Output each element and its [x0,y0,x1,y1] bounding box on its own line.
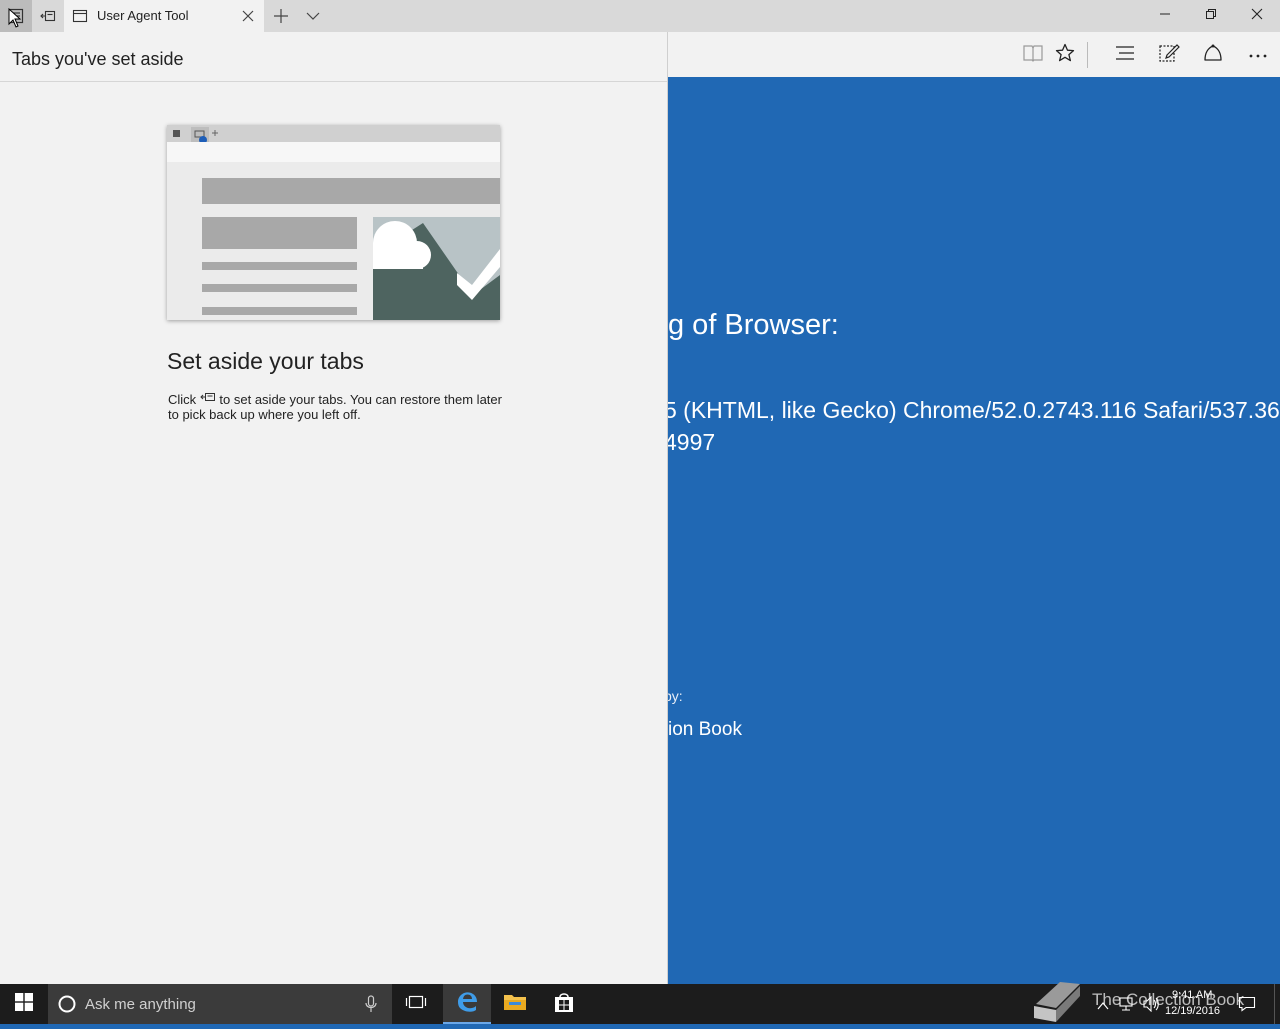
web-note-icon [1158,42,1180,69]
user-agent-line-2: 4997 [664,429,716,455]
empty-state-title: Set aside your tabs [167,348,364,374]
new-tab-icon [273,8,289,24]
clock-date: 12/19/2016 [1165,1005,1221,1017]
network-icon[interactable] [1118,996,1134,1017]
share-button[interactable] [1198,40,1228,70]
page-heading: g of Browser: [668,309,839,341]
tab-bar: User Agent Tool [0,0,1280,32]
tab-preview-button[interactable] [297,0,329,32]
set-aside-tabs-icon [200,392,216,407]
set-aside-illustration [167,125,500,320]
hub-button[interactable] [1110,40,1140,70]
file-explorer-folder-icon [503,992,527,1017]
desc-rest: to set aside your tabs. You can restore … [168,392,502,422]
action-center-icon[interactable] [1238,996,1256,1017]
close-window-button[interactable] [1234,0,1280,32]
set-aside-tabs-view-button[interactable] [0,0,32,32]
tab-title: User Agent Tool [97,8,189,23]
taskbar-edge-button[interactable] [443,984,491,1024]
watermark-book-icon [1030,976,1082,1029]
taskbar-file-explorer-button[interactable] [491,984,539,1024]
windows-taskbar: Ask me anything The Collection Book 9:41… [0,982,1280,1024]
restore-button[interactable] [1188,0,1234,32]
reading-view-icon [1022,43,1044,68]
user-agent-line-1: 5 (KHTML, like Gecko) Chrome/52.0.2743.1… [664,397,1280,423]
taskbar-store-button[interactable] [540,984,588,1024]
start-button[interactable] [0,984,48,1024]
hub-icon [1115,45,1135,66]
cortana-search-box[interactable]: Ask me anything [48,984,392,1024]
desc-click: Click [168,392,197,407]
windows-logo-icon [15,992,33,1016]
set-aside-tabs-button[interactable] [32,0,64,32]
favorites-star-icon [1055,43,1075,68]
tab-preview-chevron-icon [306,11,320,21]
add-favorite-button[interactable] [1050,40,1080,70]
minimize-icon [1159,7,1171,25]
web-note-button[interactable] [1154,40,1184,70]
task-view-button[interactable] [392,984,440,1024]
more-icon [1248,46,1268,64]
volume-icon[interactable] [1142,995,1160,1017]
reading-view-button[interactable] [1018,40,1048,70]
store-bag-icon [553,991,575,1018]
close-tab-icon [242,10,254,22]
tab-user-agent-tool[interactable]: User Agent Tool [64,0,264,32]
close-tab-button[interactable] [240,8,256,24]
browser-toolbar [668,32,1280,77]
tabs-set-aside-panel: Tabs you've set aside Set aside your tab… [0,32,668,984]
new-tab-button[interactable] [265,0,297,32]
show-desktop-button[interactable] [1274,984,1280,1024]
panel-divider [0,81,667,82]
search-placeholder: Ask me anything [85,996,196,1013]
mouse-cursor-icon [8,8,22,28]
cortana-icon [58,995,76,1018]
task-view-icon [405,994,427,1015]
author-name: ion Book [668,719,742,740]
share-icon [1202,43,1224,68]
page-favicon-icon [72,8,88,29]
microphone-icon[interactable] [365,995,377,1018]
toolbar-separator [1087,42,1088,68]
minimize-button[interactable] [1142,0,1188,32]
close-icon [1251,7,1263,25]
clock-time: 9:41 AM [1172,989,1213,1001]
restore-icon [1205,7,1217,25]
edge-icon [455,989,479,1018]
show-hidden-icons-icon[interactable] [1097,998,1109,1016]
more-button[interactable] [1243,40,1273,70]
set-aside-tabs-icon [40,8,56,24]
empty-state-description: Click to set aside your tabs. You can re… [168,392,508,422]
panel-title: Tabs you've set aside [12,49,184,69]
